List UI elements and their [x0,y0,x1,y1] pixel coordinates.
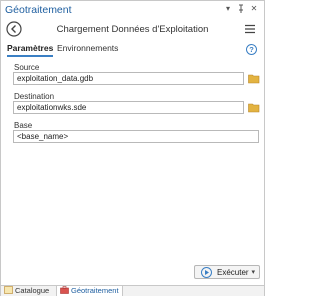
tool-title: Chargement Données d'Exploitation [56,24,209,35]
chevron-down-icon[interactable]: ▾ [223,4,233,14]
back-button[interactable] [6,21,22,37]
tab-environments[interactable]: Environnements [57,43,118,57]
pane-titlebar: Géotraitement ▾ ✕ [1,1,264,19]
folder-icon[interactable] [248,102,260,113]
run-button[interactable]: Exécuter ▾ [194,265,260,279]
run-label: Exécuter [217,268,249,277]
chevron-down-icon[interactable]: ▾ [251,268,255,276]
geoprocessing-pane: Géotraitement ▾ ✕ Chargement Données d'E… [0,0,265,296]
destination-input[interactable]: exploitationwks.sde [13,101,244,114]
folder-icon[interactable] [248,73,260,84]
base-label: Base [14,121,33,130]
help-icon[interactable]: ? [246,44,257,55]
bottom-tab-catalog[interactable]: Catalogue [4,286,54,296]
bottom-tab-strip: Catalogue Géotraitement [1,285,264,296]
destination-label: Destination [14,92,55,101]
bottom-tab-catalog-label: Catalogue [15,286,50,295]
tab-parameters[interactable]: Paramètres [7,43,54,57]
bottom-tab-geoprocessing[interactable]: Géotraitement [56,286,123,296]
hamburger-icon [245,24,255,34]
tool-menu-button[interactable] [243,22,257,36]
back-arrow-icon [6,21,22,37]
source-label: Source [14,63,40,72]
toolbox-icon [60,286,69,294]
pin-icon[interactable] [236,4,246,14]
tool-header: Chargement Données d'Exploitation [1,20,264,40]
catalog-icon [4,286,13,294]
tab-strip: Paramètres Environnements ? [5,43,261,57]
pane-title: Géotraitement [5,4,72,16]
source-input[interactable]: exploitation_data.gdb [13,72,244,85]
bottom-tab-geoprocessing-label: Géotraitement [71,286,119,295]
close-icon[interactable]: ✕ [249,4,259,14]
base-input[interactable]: <base_name> [13,130,259,143]
play-icon [201,267,212,278]
